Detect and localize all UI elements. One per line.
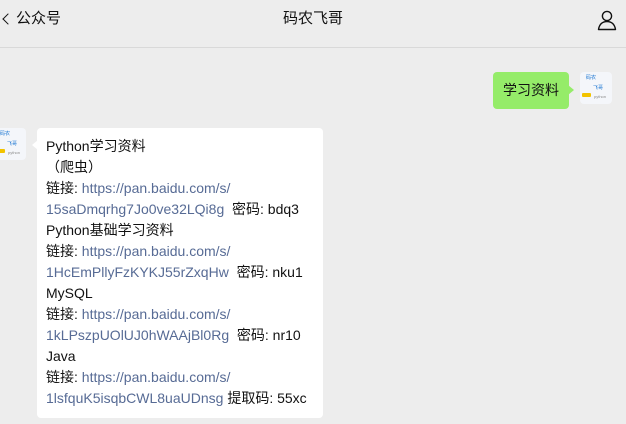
- received-message-bubble: Python学习资料 （爬虫） 链接: https://pan.baidu.co…: [32, 128, 323, 418]
- share-link[interactable]: 1kLPszpUOlUJ0hWAAjBl0Rg: [46, 327, 229, 343]
- resource-link-line: 链接: https://pan.baidu.com/s/: [46, 178, 314, 199]
- share-link[interactable]: 1lsfquK5isqbCWL8uaUDnsg: [46, 390, 223, 406]
- account-avatar[interactable]: 码农 飞哥 python: [0, 128, 26, 160]
- avatar-badge: [582, 93, 591, 97]
- sent-message-bubble[interactable]: 学习资料: [493, 72, 574, 109]
- top-bar: 公众号 码农飞哥: [0, 0, 626, 48]
- avatar-text-line3: python: [594, 94, 607, 99]
- link-label: 链接:: [46, 306, 82, 322]
- user-profile-icon[interactable]: [596, 9, 618, 31]
- avatar-text-line1: 码农: [586, 75, 597, 81]
- avatar-badge: [0, 149, 5, 153]
- password-label: 密码:: [232, 201, 268, 217]
- resource-link-line: 链接: https://pan.baidu.com/s/: [46, 367, 314, 388]
- resource-title: MySQL: [46, 285, 93, 301]
- link-label: 链接:: [46, 243, 82, 259]
- password-value: bdq3: [267, 201, 299, 217]
- link-label: 链接:: [46, 369, 82, 385]
- resource-link-line: 1kLPszpUOlUJ0hWAAjBl0Rg 密码: nr10: [46, 325, 314, 346]
- share-link[interactable]: https://pan.baidu.com/s/: [82, 306, 231, 322]
- page-title: 码农飞哥: [282, 10, 343, 27]
- resource-title: Python学习资料: [46, 138, 146, 154]
- share-link[interactable]: 15saDmqrhg7Jo0ve32LQi8g: [46, 201, 224, 217]
- password-value: nku1: [272, 264, 303, 280]
- share-link[interactable]: https://pan.baidu.com/s/: [82, 243, 231, 259]
- resource-subtitle: （爬虫）: [46, 159, 102, 175]
- avatar-text-line3: python: [8, 150, 21, 155]
- resource-link-line: 链接: https://pan.baidu.com/s/: [46, 304, 314, 325]
- resource-link-line: 1HcEmPllyFzKYKJ55rZxqHw 密码: nku1: [46, 262, 314, 283]
- avatar-text-line2: 飞哥: [593, 85, 604, 91]
- share-link[interactable]: https://pan.baidu.com/s/: [82, 180, 231, 196]
- link-label: 链接:: [46, 180, 82, 196]
- resource-link-line: 链接: https://pan.baidu.com/s/: [46, 241, 314, 262]
- share-link[interactable]: https://pan.baidu.com/s/: [82, 369, 231, 385]
- extract-code-value: 55xc: [277, 390, 307, 406]
- share-link[interactable]: 1HcEmPllyFzKYKJ55rZxqHw: [46, 264, 229, 280]
- extract-code-label: 提取码:: [227, 390, 278, 406]
- password-value: nr10: [272, 327, 301, 343]
- avatar-text-line1: 码农: [0, 131, 11, 137]
- password-label: 密码:: [236, 327, 273, 343]
- avatar-text-line2: 飞哥: [7, 141, 18, 147]
- resource-link-line: 15saDmqrhg7Jo0ve32LQi8g 密码: bdq3: [46, 199, 314, 220]
- sender-avatar[interactable]: 码农 飞哥 python: [580, 72, 612, 104]
- password-label: 密码:: [236, 264, 273, 280]
- resource-title: Java: [46, 348, 76, 364]
- resource-title: Python基础学习资料: [46, 222, 174, 238]
- resource-link-line: 1lsfquK5isqbCWL8uaUDnsg 提取码: 55xc: [46, 388, 314, 409]
